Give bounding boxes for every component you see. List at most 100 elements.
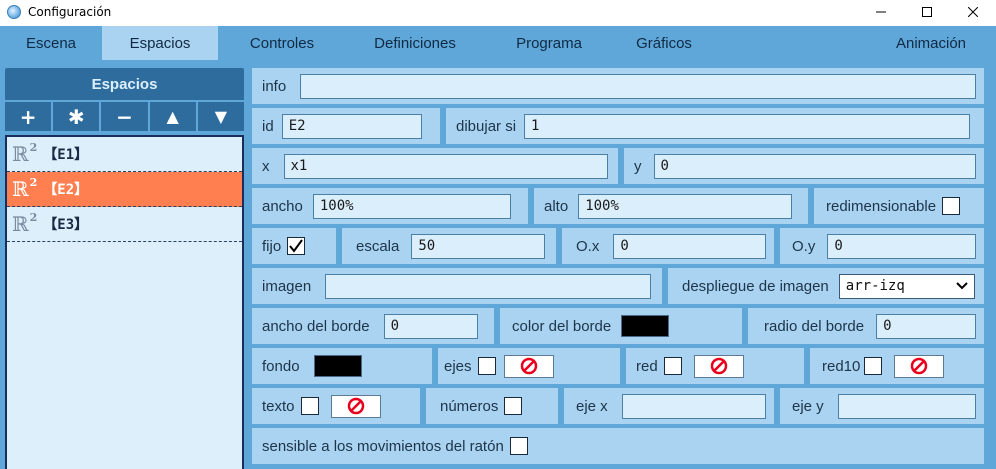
id-label: id bbox=[262, 117, 274, 135]
x-label: x bbox=[262, 157, 270, 175]
dibujar-si-cell: dibujar si 1 bbox=[446, 108, 984, 144]
space-symbol: ℝ bbox=[12, 142, 29, 166]
red-color-button[interactable] bbox=[693, 354, 744, 378]
sensible-cell: sensible a los movimientos del ratón bbox=[252, 428, 984, 464]
space-list: ℝ2 【E1】 ℝ2 【E2】 ℝ2 【E3】 bbox=[5, 135, 244, 469]
numeros-checkbox[interactable] bbox=[504, 397, 523, 415]
numeros-label: números bbox=[440, 397, 499, 415]
texto-checkbox[interactable] bbox=[300, 397, 319, 415]
fijo-cell: fijo bbox=[252, 228, 336, 264]
eje-x-input[interactable] bbox=[621, 393, 766, 419]
imagen-input[interactable] bbox=[325, 273, 652, 299]
maximize-icon bbox=[922, 7, 932, 17]
main-area: Espacios + ✱ − ▲ ▼ ℝ2 【E1】 ℝ2 【E2】 ℝ2 【E… bbox=[0, 60, 996, 469]
tab-definiciones[interactable]: Definiciones bbox=[346, 26, 484, 60]
ox-input[interactable]: 0 bbox=[613, 233, 766, 259]
texto-color-button[interactable] bbox=[330, 394, 381, 418]
x-input[interactable]: x1 bbox=[283, 153, 608, 179]
eje-y-input[interactable] bbox=[837, 393, 976, 419]
space-symbol: ℝ bbox=[12, 212, 29, 236]
ejes-color-button[interactable] bbox=[503, 354, 554, 378]
spaces-panel: Espacios + ✱ − ▲ ▼ ℝ2 【E1】 ℝ2 【E2】 ℝ2 【E… bbox=[5, 68, 245, 469]
remove-space-button[interactable]: − bbox=[101, 102, 148, 131]
space-item-label: 【E3】 bbox=[43, 217, 89, 233]
oy-label: O.y bbox=[792, 237, 816, 255]
y-label: y bbox=[634, 157, 642, 175]
red10-checkbox[interactable] bbox=[864, 357, 883, 375]
color-borde-label: color del borde bbox=[512, 317, 612, 335]
texto-label: texto bbox=[262, 397, 295, 415]
ox-cell: O.x 0 bbox=[562, 228, 774, 264]
space-dimension: 2 bbox=[29, 211, 38, 225]
fondo-label: fondo bbox=[262, 357, 300, 375]
alto-input[interactable]: 100% bbox=[578, 193, 793, 219]
red10-color-button[interactable] bbox=[894, 354, 945, 378]
red-cell: red bbox=[626, 348, 804, 384]
color-borde-swatch[interactable] bbox=[621, 315, 670, 337]
tab-bar: Escena Espacios Controles Definiciones P… bbox=[0, 26, 996, 60]
tab-graficos[interactable]: Gráficos bbox=[614, 26, 714, 60]
radio-borde-cell: radio del borde 0 bbox=[748, 308, 984, 344]
redimensionable-checkbox[interactable] bbox=[942, 197, 961, 215]
fijo-checkbox[interactable] bbox=[287, 237, 306, 255]
texto-cell: texto bbox=[252, 388, 420, 424]
ejes-label: ejes bbox=[444, 357, 472, 375]
y-input[interactable]: 0 bbox=[653, 153, 976, 179]
numeros-cell: números bbox=[426, 388, 558, 424]
close-button[interactable] bbox=[950, 0, 996, 24]
maximize-button[interactable] bbox=[904, 0, 950, 24]
eje-y-cell: eje y bbox=[780, 388, 984, 424]
no-sign-icon bbox=[911, 357, 928, 375]
tab-escena[interactable]: Escena bbox=[0, 26, 102, 60]
dibujar-si-label: dibujar si bbox=[456, 117, 517, 135]
ancho-label: ancho bbox=[262, 197, 303, 215]
info-input[interactable] bbox=[300, 73, 976, 99]
fondo-swatch[interactable] bbox=[313, 355, 362, 377]
oy-input[interactable]: 0 bbox=[827, 233, 976, 259]
info-cell: info bbox=[252, 68, 984, 104]
tab-programa[interactable]: Programa bbox=[484, 26, 614, 60]
sensible-checkbox[interactable] bbox=[509, 437, 528, 455]
fijo-label: fijo bbox=[262, 237, 282, 255]
tab-controles[interactable]: Controles bbox=[218, 26, 346, 60]
add-space-button[interactable]: + bbox=[5, 102, 52, 131]
ejes-checkbox[interactable] bbox=[477, 357, 496, 375]
title-bar: Configuración bbox=[0, 0, 996, 24]
move-down-button[interactable]: ▼ bbox=[197, 102, 245, 131]
space-item-label: 【E1】 bbox=[43, 147, 89, 163]
dibujar-si-input[interactable]: 1 bbox=[524, 113, 971, 139]
escala-label: escala bbox=[356, 237, 400, 255]
despliegue-select[interactable]: arr-izq bbox=[838, 273, 975, 299]
despliegue-cell: despliegue de imagen arr-izq bbox=[668, 268, 984, 304]
eje-y-label: eje y bbox=[792, 397, 824, 415]
ancho-borde-cell: ancho del borde 0 bbox=[252, 308, 494, 344]
check-icon bbox=[289, 239, 303, 253]
alto-cell: alto 100% bbox=[534, 188, 808, 224]
sensible-label: sensible a los movimientos del ratón bbox=[262, 437, 504, 455]
ancho-input[interactable]: 100% bbox=[312, 193, 511, 219]
space-item-e2[interactable]: ℝ2 【E2】 bbox=[7, 172, 242, 207]
window-title: Configuración bbox=[28, 5, 112, 19]
copy-space-button[interactable]: ✱ bbox=[53, 102, 100, 131]
red-checkbox[interactable] bbox=[663, 357, 682, 375]
ancho-borde-label: ancho del borde bbox=[262, 317, 370, 335]
space-item-e1[interactable]: ℝ2 【E1】 bbox=[7, 137, 242, 172]
ancho-borde-input[interactable]: 0 bbox=[383, 313, 478, 339]
r2-icon: ℝ2 bbox=[12, 176, 37, 201]
id-input[interactable]: E2 bbox=[281, 113, 422, 139]
space-properties: info id E2 dibujar si 1 x x1 y 0 ancho 1… bbox=[250, 68, 996, 469]
despliegue-label: despliegue de imagen bbox=[682, 277, 829, 295]
imagen-label: imagen bbox=[262, 277, 312, 295]
space-item-e3[interactable]: ℝ2 【E3】 bbox=[7, 207, 242, 242]
escala-input[interactable]: 50 bbox=[411, 233, 546, 259]
tab-espacios[interactable]: Espacios bbox=[102, 26, 218, 60]
info-label: info bbox=[262, 77, 287, 95]
space-symbol: ℝ bbox=[12, 177, 29, 201]
move-up-button[interactable]: ▲ bbox=[149, 102, 196, 131]
chevron-down-icon bbox=[956, 282, 968, 290]
redimensionable-cell: redimensionable bbox=[814, 188, 984, 224]
window-controls bbox=[858, 0, 996, 24]
tab-animacion[interactable]: Animación bbox=[866, 26, 996, 60]
radio-borde-input[interactable]: 0 bbox=[876, 313, 976, 339]
minimize-button[interactable] bbox=[858, 0, 904, 24]
